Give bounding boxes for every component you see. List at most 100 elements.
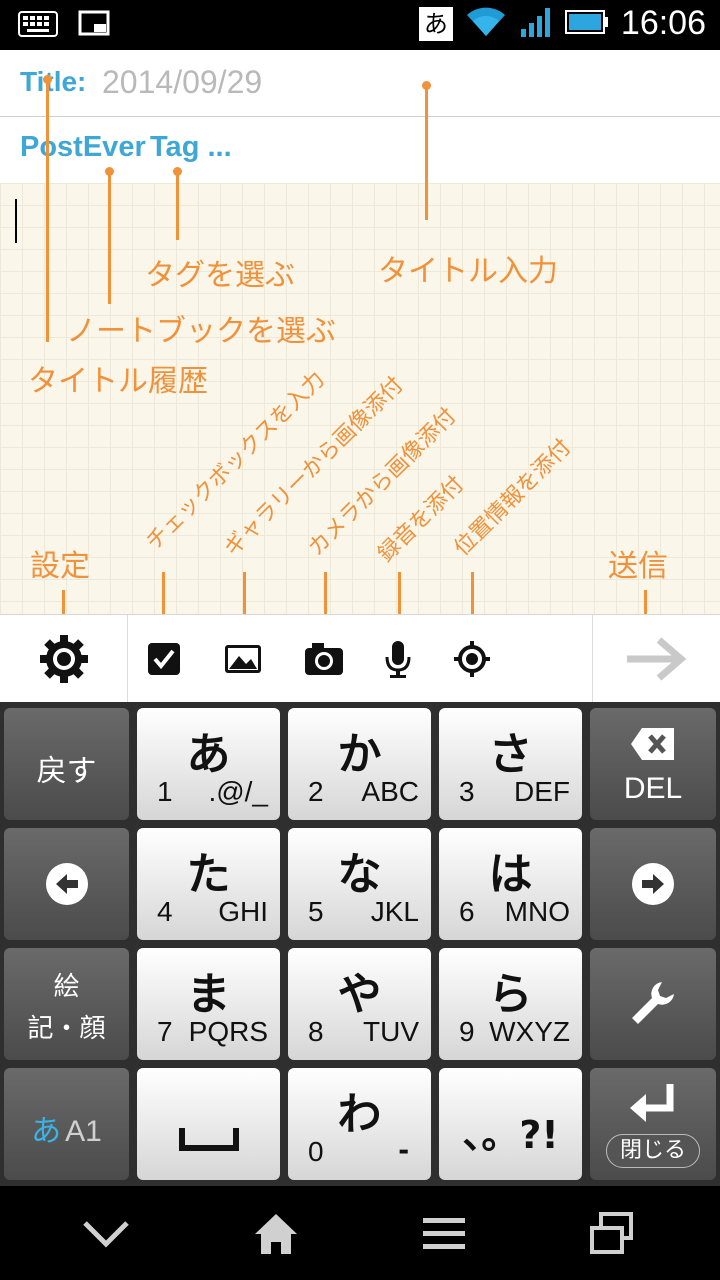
key-main-label: ら: [488, 969, 533, 1020]
key-num-label: 9: [459, 1016, 475, 1047]
title-history-button[interactable]: Title:: [20, 66, 86, 98]
text-cursor: [15, 199, 17, 243]
kana-key-ta[interactable]: た 4 GHI: [137, 828, 280, 940]
gear-icon[interactable]: [38, 633, 90, 685]
close-keyboard-label: 閉じる: [606, 1134, 700, 1168]
annotation-title-input: タイトル入力: [378, 254, 558, 289]
ime-indicator: あ: [418, 6, 453, 41]
title-input[interactable]: 2014/09/29: [102, 64, 262, 101]
key-alpha-label: MNO: [504, 896, 570, 927]
key-num-label: 5: [308, 896, 324, 927]
tag-selector[interactable]: Tag ...: [150, 131, 232, 164]
leader-line: [46, 80, 49, 342]
leader-line: [243, 572, 246, 618]
cursor-right-key[interactable]: [590, 828, 716, 940]
kana-key-wa[interactable]: わ 0 -: [288, 1068, 431, 1180]
leader-line: [108, 172, 111, 304]
key-main-label: あ: [186, 729, 231, 780]
toolbar-divider: [592, 615, 593, 703]
space-icon: [137, 1126, 280, 1156]
annotation-select-notebook: ノートブックを選ぶ: [66, 314, 336, 349]
annotation-select-tag: タグを選ぶ: [145, 258, 295, 293]
title-row: Title: 2014/09/29: [0, 50, 720, 117]
back-key-label: 戻す: [36, 754, 97, 789]
recent-apps-icon[interactable]: [582, 1206, 642, 1262]
key-alpha-label: PQRS: [188, 1016, 268, 1047]
key-alpha-label: TUV: [363, 1016, 419, 1047]
input-mode-key[interactable]: あ A1: [4, 1068, 129, 1180]
space-key[interactable]: [137, 1068, 280, 1180]
emoji-key[interactable]: 絵 記・顔: [4, 948, 129, 1060]
location-icon[interactable]: [446, 633, 498, 685]
arrow-right-circle-icon: [590, 862, 716, 910]
kana-key-ra[interactable]: ら 9 WXYZ: [439, 948, 582, 1060]
backspace-icon: [590, 726, 716, 766]
leader-line: [471, 572, 474, 618]
home-icon[interactable]: [246, 1206, 306, 1262]
annotation-send: 送信: [608, 549, 668, 584]
settings-key[interactable]: [590, 948, 716, 1060]
key-alpha-label: .@/_: [208, 776, 268, 807]
enter-icon: [590, 1082, 716, 1128]
punctuation-key[interactable]: 、。?!: [439, 1068, 582, 1180]
chevron-down-icon[interactable]: [76, 1206, 136, 1262]
key-num-label: 0: [308, 1136, 324, 1167]
key-main-label: や: [337, 969, 382, 1020]
annotation-title-history: タイトル履歴: [28, 364, 208, 399]
wifi-icon: [465, 6, 507, 42]
status-bar: あ 16:06: [0, 0, 720, 50]
key-num-label: 8: [308, 1016, 324, 1047]
clock: 16:06: [620, 4, 706, 42]
menu-icon[interactable]: [414, 1206, 474, 1262]
leader-line: [176, 172, 179, 240]
key-main-label: さ: [488, 729, 533, 780]
kana-key-ya[interactable]: や 8 TUV: [288, 948, 431, 1060]
toolbar-divider: [127, 615, 128, 703]
leader-line: [162, 572, 165, 618]
battery-icon: [564, 9, 609, 39]
wrench-icon: [590, 978, 716, 1032]
key-num-label: 1: [157, 776, 173, 807]
kana-key-a[interactable]: あ 1 .@/_: [137, 708, 280, 820]
enter-key[interactable]: 閉じる: [590, 1068, 716, 1180]
delete-key[interactable]: DEL: [590, 708, 716, 820]
emoji-key-label: 絵: [53, 972, 80, 1002]
microphone-icon[interactable]: [372, 633, 424, 685]
kana-key-na[interactable]: な 5 JKL: [288, 828, 431, 940]
key-alpha-label: ABC: [361, 776, 419, 807]
notebook-selector[interactable]: PostEver: [20, 131, 146, 164]
key-alpha-label: GHI: [218, 896, 268, 927]
key-main-label: は: [488, 849, 533, 900]
key-alpha-label: WXYZ: [489, 1016, 570, 1047]
key-alpha-label: DEF: [514, 776, 570, 807]
leader-line: [398, 572, 401, 618]
key-main-label: た: [186, 849, 231, 900]
editor-toolbar: [0, 614, 720, 703]
key-alpha-label: -: [398, 1131, 409, 1167]
checkbox-icon[interactable]: [138, 633, 190, 685]
arrow-left-circle-icon: [4, 862, 129, 910]
screen-cast-icon: [78, 10, 110, 42]
key-alpha-label: JKL: [370, 896, 419, 927]
punctuation-label: 、。?!: [462, 1113, 559, 1157]
kana-key-sa[interactable]: さ 3 DEF: [439, 708, 582, 820]
image-icon[interactable]: [217, 633, 269, 685]
kana-key-ma[interactable]: ま 7 PQRS: [137, 948, 280, 1060]
kana-key-ha[interactable]: は 6 MNO: [439, 828, 582, 940]
key-main-label: わ: [337, 1089, 382, 1140]
key-main-label: ま: [186, 969, 231, 1020]
annotation-settings: 設定: [30, 549, 90, 584]
arrow-right-icon[interactable]: [624, 633, 688, 685]
signal-icon: [519, 5, 553, 43]
back-key[interactable]: 戻す: [4, 708, 129, 820]
leader-line: [425, 86, 428, 220]
emoji-key-label: 記・顔: [27, 1014, 106, 1044]
key-main-label: か: [337, 729, 382, 780]
mode-kana-label: あ: [31, 1114, 62, 1149]
cursor-left-key[interactable]: [4, 828, 129, 940]
leader-line: [324, 572, 327, 618]
camera-icon[interactable]: [298, 633, 350, 685]
navigation-bar: [0, 1186, 720, 1280]
kana-key-ka[interactable]: か 2 ABC: [288, 708, 431, 820]
input-mode-label: あ A1: [4, 1106, 129, 1150]
